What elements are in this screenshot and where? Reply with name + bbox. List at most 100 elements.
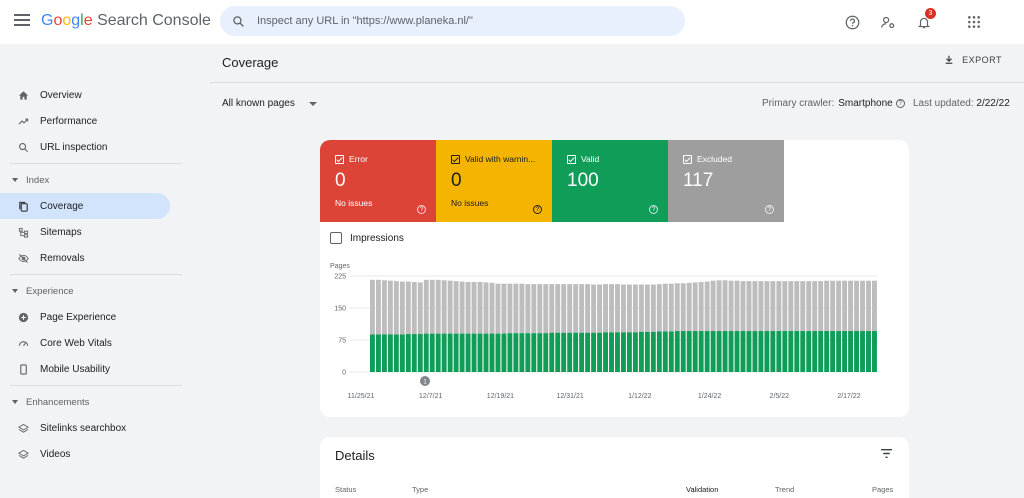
url-inspect-bar[interactable] xyxy=(220,6,685,36)
app-logo[interactable]: Google Search Console xyxy=(41,12,211,30)
bar-valid xyxy=(441,333,447,372)
sidebar-item-overview[interactable]: Overview xyxy=(0,82,170,108)
x-tick-label: 1/24/22 xyxy=(698,393,721,400)
bar-valid xyxy=(836,331,842,372)
home-icon xyxy=(18,90,29,100)
sidebar-item-core-web-vitals[interactable]: Core Web Vitals xyxy=(0,330,170,356)
bar-excluded xyxy=(830,280,836,332)
sidebar-item-coverage[interactable]: Coverage xyxy=(0,193,170,219)
column-header-trend[interactable]: Trend xyxy=(775,485,794,494)
section-label: Index xyxy=(26,174,50,186)
sidebar-divider xyxy=(10,385,182,386)
column-header-pages[interactable]: Pages xyxy=(872,485,893,494)
sidebar-item-sitelinks-searchbox[interactable]: Sitelinks searchbox xyxy=(0,415,170,441)
bar-valid xyxy=(579,332,585,372)
checkbox-checked-icon[interactable] xyxy=(567,154,576,164)
user-settings-icon[interactable] xyxy=(878,12,898,32)
chevron-down-icon xyxy=(12,289,18,293)
bar-excluded xyxy=(644,284,650,332)
sidebar-section-experience[interactable]: Experience xyxy=(0,278,182,304)
bar-excluded xyxy=(758,281,764,332)
eye-off-icon xyxy=(18,253,29,263)
y-tick-label: 225 xyxy=(334,274,346,281)
y-tick-label: 150 xyxy=(334,306,346,313)
bar-valid xyxy=(543,333,549,372)
bar-excluded xyxy=(417,282,423,335)
help-icon[interactable]: ? xyxy=(895,99,905,108)
sidebar-item-url-inspection[interactable]: URL inspection xyxy=(0,134,170,160)
checkbox-checked-icon[interactable] xyxy=(335,154,344,164)
bar-valid xyxy=(501,333,507,372)
pages-filter-dropdown[interactable]: All known pages xyxy=(222,98,317,109)
checkbox-unchecked-icon[interactable] xyxy=(330,232,342,244)
bar-valid xyxy=(806,331,812,372)
tile-valid-with-warnings[interactable]: Valid with warnin... 0 No issues ? xyxy=(436,140,552,222)
bar-valid xyxy=(489,333,495,372)
bar-excluded xyxy=(501,283,507,334)
annotation-label: 1 xyxy=(423,379,427,386)
bar-excluded xyxy=(393,281,399,335)
help-icon[interactable] xyxy=(842,12,862,32)
column-header-type[interactable]: Type xyxy=(412,485,428,494)
tile-label: Excluded xyxy=(697,154,732,164)
bar-valid xyxy=(411,334,417,372)
bar-valid xyxy=(638,331,644,372)
checkbox-checked-icon[interactable] xyxy=(451,154,460,164)
tile-excluded[interactable]: Excluded 117 ? xyxy=(668,140,784,222)
bar-excluded xyxy=(722,280,728,332)
top-bar: Google Search Console 3 xyxy=(0,0,1024,44)
apps-grid-icon[interactable] xyxy=(964,12,984,32)
tile-value: 0 xyxy=(451,170,462,191)
phone-icon xyxy=(20,363,27,375)
export-button[interactable]: EXPORT xyxy=(944,54,1002,65)
sidebar-item-sitemaps[interactable]: Sitemaps xyxy=(0,219,170,245)
bar-excluded xyxy=(591,284,597,333)
bar-excluded xyxy=(686,282,692,332)
sidebar-item-label: Sitelinks searchbox xyxy=(40,422,127,434)
logo-letter: g xyxy=(71,12,81,29)
column-header-status[interactable]: Status xyxy=(335,485,356,494)
url-inspect-input[interactable] xyxy=(257,15,657,27)
bar-valid xyxy=(447,333,453,372)
help-icon[interactable]: ? xyxy=(417,205,426,214)
bar-excluded xyxy=(471,281,477,334)
bar-excluded xyxy=(597,284,603,333)
column-header-validation[interactable]: Validation ↓ xyxy=(686,485,718,494)
sidebar-item-removals[interactable]: Removals xyxy=(0,245,170,271)
sidebar-section-index[interactable]: Index xyxy=(0,167,182,193)
bar-valid xyxy=(686,331,692,372)
notifications-bell-icon[interactable]: 3 xyxy=(914,8,936,32)
tile-valid[interactable]: Valid 100 ? xyxy=(552,140,668,222)
help-icon[interactable]: ? xyxy=(765,205,774,214)
bar-excluded xyxy=(866,280,871,332)
x-tick-label: 12/7/21 xyxy=(419,393,442,400)
sidebar-section-enhancements[interactable]: Enhancements xyxy=(0,389,182,415)
help-icon[interactable]: ? xyxy=(533,205,542,214)
help-icon[interactable]: ? xyxy=(649,205,658,214)
checkbox-checked-icon[interactable] xyxy=(683,154,692,164)
y-tick-label: 75 xyxy=(338,338,346,345)
gauge-icon xyxy=(18,340,29,346)
coverage-chart: Pages22515075011/25/21 12/7/21 12/19/21 12/… xyxy=(330,263,878,400)
bar-excluded xyxy=(585,284,591,333)
main-menu-button[interactable] xyxy=(14,14,30,28)
bar-valid xyxy=(644,331,650,372)
tile-error[interactable]: Error 0 No issues ? xyxy=(320,140,436,222)
sidebar-item-mobile-usability[interactable]: Mobile Usability xyxy=(0,356,170,382)
bar-valid xyxy=(567,332,573,372)
bar-valid xyxy=(848,331,854,372)
bar-excluded xyxy=(579,284,585,333)
impressions-toggle[interactable]: Impressions xyxy=(330,232,404,244)
bar-excluded xyxy=(453,281,459,334)
bar-valid xyxy=(459,333,465,372)
bar-valid xyxy=(453,333,459,372)
sidebar-item-videos[interactable]: Videos xyxy=(0,441,170,467)
sidebar-item-page-experience[interactable]: Page Experience xyxy=(0,304,170,330)
filter-icon[interactable] xyxy=(880,448,893,459)
sidebar-item-performance[interactable]: Performance xyxy=(0,108,170,134)
bar-excluded xyxy=(555,284,561,333)
bar-valid xyxy=(788,331,794,372)
bar-valid xyxy=(477,333,483,372)
chevron-down-icon xyxy=(12,400,18,404)
bar-excluded xyxy=(674,283,680,332)
